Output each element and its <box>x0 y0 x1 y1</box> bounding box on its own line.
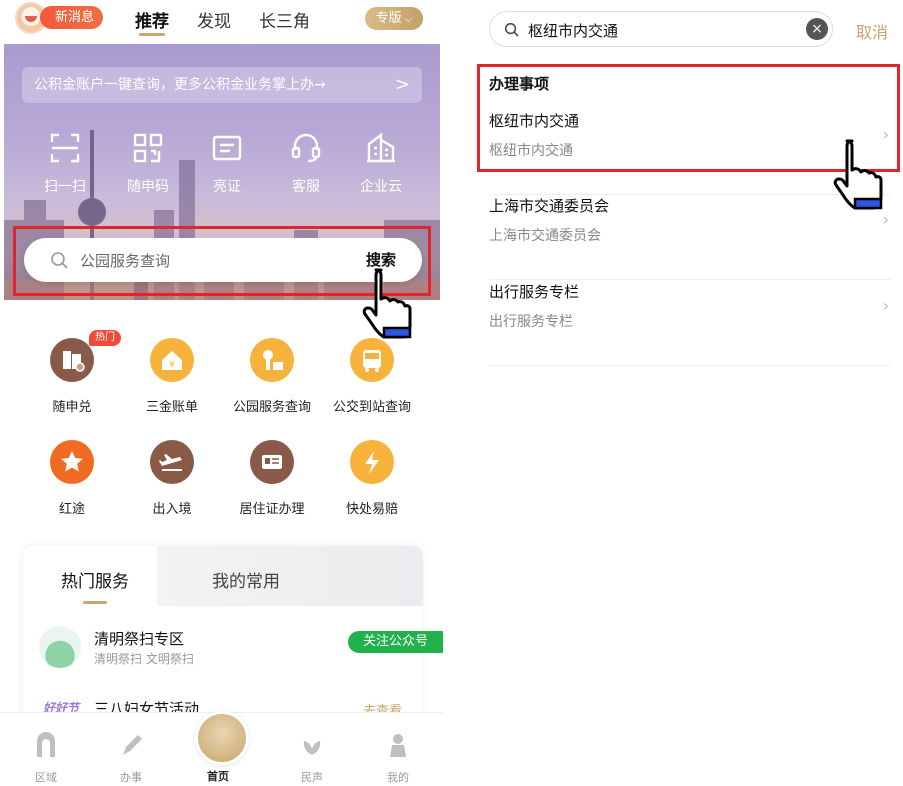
quick-health-code-label: 随申码 <box>127 179 169 195</box>
service-residence-permit[interactable]: 居住证办理 <box>222 440 322 517</box>
quick-scan-label: 扫一扫 <box>44 179 86 195</box>
follow-official-account-button[interactable]: 关注公众号 <box>348 631 443 653</box>
person-icon <box>390 734 406 757</box>
nav-label: 区域 <box>35 771 57 784</box>
service-quick-claim[interactable]: 快处易赔 <box>322 440 422 517</box>
search-results-screen: 枢纽市内交通 × 取消 办理事项 枢纽市内交通 枢纽市内交通 › 上海市交通委员… <box>443 0 903 786</box>
chevron-down-icon: ⌵ <box>401 14 413 25</box>
quick-show-id[interactable]: 亮证 <box>194 132 260 196</box>
bottom-navigation: 区域 办事 首页 民声 我的 <box>0 711 443 786</box>
lotus-icon <box>303 741 321 755</box>
service-label: 三金账单 <box>145 400 198 415</box>
card-icon <box>250 440 294 484</box>
home-screen: 新消息 推荐 发现 长三角 专版 ⌵ 公积金账户一键查询，更多公积金业务掌上办→… <box>0 0 443 786</box>
service-red-trip[interactable]: 红途 <box>22 440 122 517</box>
arch-icon <box>37 732 55 757</box>
park-icon <box>250 338 294 382</box>
pointer-hand-icon <box>362 268 412 339</box>
active-tab-indicator <box>83 601 107 604</box>
service-park-query[interactable]: 公园服务查询 <box>222 338 322 415</box>
tab-discover[interactable]: 发现 <box>197 7 231 32</box>
edition-label: 专版 <box>375 11 402 26</box>
clear-icon[interactable]: × <box>806 18 828 40</box>
nav-label: 民声 <box>301 771 323 784</box>
nav-label: 办事 <box>120 771 142 784</box>
nav-services[interactable]: 办事 <box>101 731 161 785</box>
star-icon <box>50 440 94 484</box>
nav-public-voice[interactable]: 民声 <box>282 731 342 785</box>
service-exit-entry[interactable]: 出入境 <box>122 440 222 517</box>
result-subtitle: 上海市交通委员会 <box>489 228 601 244</box>
building-icon <box>367 132 395 163</box>
service-three-funds-bill[interactable]: ¥ 三金账单 <box>122 338 222 415</box>
service-label: 公交到站查询 <box>332 400 411 415</box>
svg-text:¥: ¥ <box>169 360 175 370</box>
tab-hot-services[interactable]: 热门服务 <box>61 567 129 592</box>
quick-enterprise-cloud-label: 企业云 <box>360 179 402 195</box>
service-label: 公园服务查询 <box>232 400 311 415</box>
search-icon <box>504 22 519 37</box>
provident-fund-notice[interactable]: 公积金账户一键查询，更多公积金业务掌上办→ > <box>22 67 422 103</box>
top-bar: 新消息 推荐 发现 长三角 专版 ⌵ <box>0 0 443 44</box>
service-label: 快处易赔 <box>345 502 398 517</box>
result-title: 上海市交通委员会 <box>489 197 610 215</box>
nav-label-home[interactable]: 首页 <box>207 768 229 784</box>
hot-item-subtitle: 清明祭扫 文明祭扫 <box>94 652 194 666</box>
result-item[interactable]: 出行服务专栏 出行服务专栏 › <box>489 281 891 366</box>
active-tab-indicator <box>139 33 165 36</box>
quick-customer-service[interactable]: 客服 <box>273 132 339 196</box>
voucher-icon <box>50 338 94 382</box>
quick-customer-service-label: 客服 <box>292 179 320 195</box>
tab-yangtze-delta[interactable]: 长三角 <box>259 7 310 32</box>
bus-icon <box>350 338 394 382</box>
pen-icon <box>123 735 142 755</box>
new-message-button[interactable]: 新消息 <box>40 6 103 29</box>
chevron-right-icon: › <box>882 296 889 315</box>
pointer-hand-icon <box>833 139 883 210</box>
tab-my-frequent[interactable]: 我的常用 <box>212 567 280 592</box>
lightning-icon <box>350 440 394 484</box>
service-suishendui[interactable]: 随申兑 <box>22 338 122 415</box>
quick-health-code[interactable]: 随申码 <box>115 132 181 196</box>
quick-scan[interactable]: 扫一扫 <box>32 132 98 196</box>
plane-icon <box>150 440 194 484</box>
nav-mine[interactable]: 我的 <box>368 731 428 785</box>
nav-region[interactable]: 区域 <box>16 731 76 785</box>
result-title: 出行服务专栏 <box>489 283 580 301</box>
result-subtitle: 出行服务专栏 <box>489 314 573 330</box>
tab-recommend[interactable]: 推荐 <box>135 7 169 32</box>
service-label: 出入境 <box>152 502 192 517</box>
edition-dropdown[interactable]: 专版 ⌵ <box>365 7 423 30</box>
service-label: 红途 <box>58 502 85 517</box>
nav-label: 我的 <box>387 771 409 784</box>
inactive-tab-background <box>157 546 423 606</box>
qr-code-icon <box>133 133 163 163</box>
hot-badge: 热门 <box>89 330 121 346</box>
quick-show-id-label: 亮证 <box>213 179 241 195</box>
search-value: 枢纽市内交通 <box>528 22 619 40</box>
bill-icon: ¥ <box>150 338 194 382</box>
quick-enterprise-cloud[interactable]: 企业云 <box>348 132 414 196</box>
home-icon[interactable] <box>195 711 249 765</box>
notice-text: 公积金账户一键查询，更多公积金业务掌上办→ <box>34 77 326 93</box>
service-label: 居住证办理 <box>239 502 305 517</box>
hot-item-title[interactable]: 清明祭扫专区 <box>94 628 184 649</box>
headset-icon <box>291 133 321 163</box>
search-input[interactable]: 枢纽市内交通 × <box>489 11 833 47</box>
cancel-button[interactable]: 取消 <box>856 19 888 43</box>
scan-icon <box>50 133 80 163</box>
chevron-right-icon: > <box>394 74 410 95</box>
id-card-icon <box>212 135 242 161</box>
qingming-icon <box>39 626 81 668</box>
service-label: 随申兑 <box>52 400 92 415</box>
service-bus-arrival[interactable]: 公交到站查询 <box>322 338 422 415</box>
